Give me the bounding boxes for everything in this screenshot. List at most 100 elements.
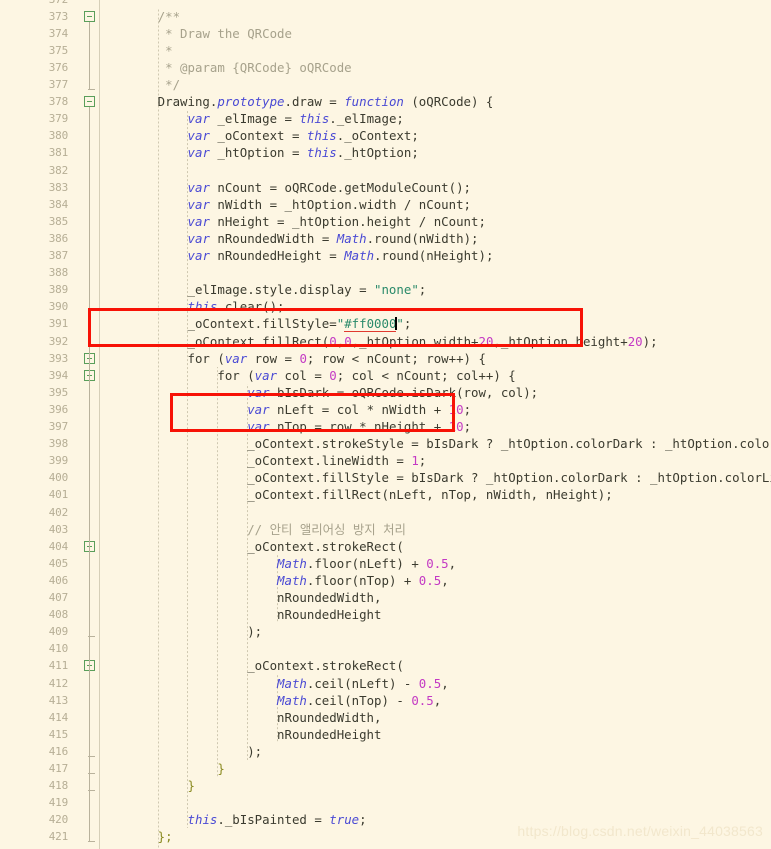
code-token: var (247, 419, 270, 434)
code-token: var (187, 111, 210, 127)
code-token: _oContext.strokeRect( (98, 658, 404, 674)
code-line: _oContext.strokeRect( (98, 657, 404, 674)
line-number: 406 (48, 573, 68, 587)
line-number: 378 (48, 95, 68, 109)
code-token: 0.5 (411, 692, 434, 708)
line-number: 374 (48, 26, 68, 40)
code-token: nWidth = _htOption.width / nCount; (209, 196, 472, 212)
line-number: 388 (48, 266, 68, 280)
code-token: 0.5 (426, 555, 449, 571)
code-token: 20 (478, 333, 494, 349)
code-token: ._bIsPainted = (217, 812, 330, 828)
code-line: _elImage.style.display = "none"; (98, 281, 427, 298)
code-token: ); (642, 333, 658, 349)
code-line: var nHeight = _htOption.height / nCount; (98, 213, 486, 230)
code-token: _oContext.lineWidth = (98, 453, 412, 469)
code-line: var _htOption = this._htOption; (98, 144, 419, 161)
code-line: // 안티 앨리어싱 방지 처리 (98, 521, 406, 538)
line-number: 393 (48, 351, 68, 365)
code-line: nRoundedHeight (98, 726, 381, 743)
code-token: 0.5 (418, 675, 442, 691)
line-number: 372 (0, 0, 68, 8)
code-line: ); (98, 623, 262, 640)
code-token: _oContext.fillStyle= (98, 316, 337, 332)
code-line: var nTop = row * nHeight + 10; (98, 418, 471, 435)
code-token: 10 (448, 401, 464, 417)
code-line: for (var col = 0; col < nCount; col++) { (98, 367, 515, 384)
line-number: 417 (48, 762, 68, 775)
code-token: .round(nWidth); (366, 230, 479, 246)
line-number: 409 (48, 625, 68, 639)
code-line: Math.floor(nLeft) + 0.5, (98, 555, 456, 572)
code-token: var (254, 367, 278, 383)
code-token: /** (157, 8, 181, 24)
line-number: 376 (48, 60, 68, 74)
line-number: 414 (48, 710, 68, 724)
line-number: 419 (48, 796, 68, 810)
line-number: 401 (48, 488, 68, 502)
code-line: _oContext.fillRect(0,0,_htOption.width+2… (98, 333, 658, 350)
code-token: var (187, 145, 210, 161)
code-line: _oContext.fillStyle="#ff0000"; (98, 315, 412, 333)
code-token: ; (403, 316, 412, 332)
code-token: 0 (344, 333, 352, 349)
line-number: 385 (48, 214, 68, 228)
code-token: ); (98, 743, 263, 759)
code-token: bIsDark = oQRCode.isDark(row, col); (269, 384, 539, 400)
code-token: } (98, 761, 225, 776)
code-token: ; (359, 812, 367, 828)
line-number: 407 (48, 591, 68, 604)
fold-toggle-icon[interactable] (84, 96, 95, 108)
code-token: Math (344, 248, 375, 263)
code-line: ); (98, 743, 262, 760)
line-number: 420 (48, 813, 68, 827)
line-number: 390 (48, 300, 68, 314)
line-number: 405 (48, 556, 68, 570)
line-number: 395 (48, 385, 68, 399)
code-token: nLeft = col * nWidth + (269, 401, 449, 417)
code-line: /** (98, 8, 180, 25)
code-line: _oContext.strokeRect( (98, 538, 404, 555)
code-token: .round(nHeight); (374, 248, 494, 263)
code-token: ; (463, 419, 472, 434)
line-number: 413 (48, 693, 68, 707)
line-number: 422 (0, 846, 68, 849)
code-line: }; (98, 828, 173, 845)
code-token: 10 (448, 419, 464, 434)
code-token: 0 (299, 350, 307, 366)
code-token: _htOption = (209, 145, 307, 161)
code-token: nHeight = _htOption.height / nCount; (209, 213, 486, 229)
line-number: 415 (48, 727, 68, 741)
fold-toggle-icon[interactable] (84, 10, 95, 22)
line-number: 411 (48, 659, 68, 673)
code-token: Math (277, 555, 307, 571)
code-token: true (329, 812, 360, 828)
code-token: _oContext.fillRect(nLeft, nTop, nWidth, … (98, 487, 613, 503)
line-number: 402 (48, 505, 68, 519)
code-token: } (98, 778, 195, 794)
code-content[interactable]: /** * Draw the QRCode * * @param {QRCode… (98, 0, 771, 849)
code-line: _oContext.fillStyle = bIsDark ? _htOptio… (98, 469, 771, 486)
code-line: var _elImage = this._elImage; (98, 110, 404, 127)
code-token: }; (98, 829, 173, 845)
code-token: this (187, 299, 218, 315)
line-number: 398 (48, 437, 68, 451)
code-line: var _oContext = this._oContext; (98, 127, 419, 144)
code-token: , (433, 692, 442, 708)
code-token: ,_htOption.height+ (493, 333, 628, 349)
code-editor[interactable]: 372373 374 375 376 377 378 379 380 381 382 383 384 3… (0, 0, 771, 849)
code-token: nRoundedHeight (98, 607, 382, 623)
line-number: 383 (48, 180, 68, 194)
